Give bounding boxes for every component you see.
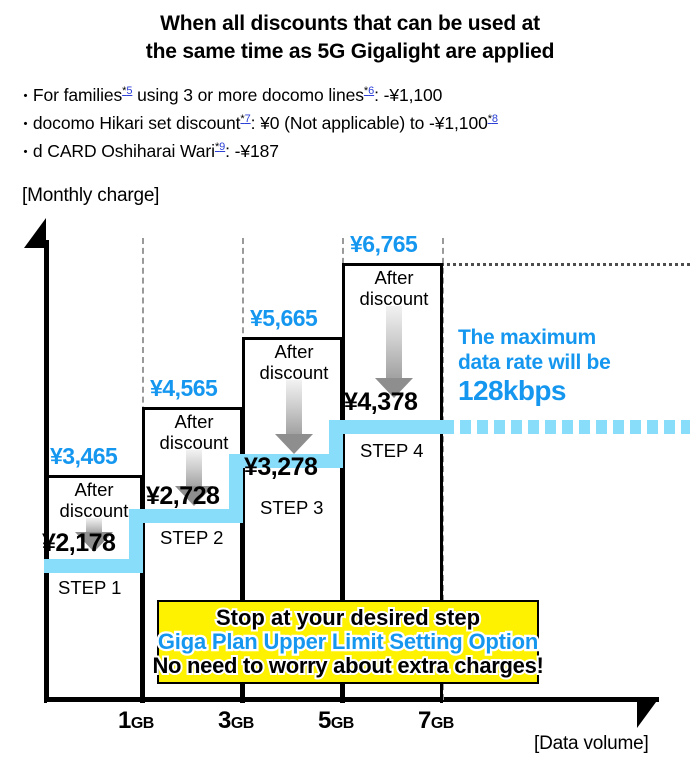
list-item: ・For families*5 using 3 or more docomo l… (18, 82, 688, 110)
callout-line-2: Giga Plan Upper Limit Setting Option (156, 628, 541, 655)
bullet-text-pre: d CARD Oshiharai Wari (32, 141, 215, 161)
x-tick-7gb: 7GB (418, 707, 454, 734)
step-3-price-before: ¥5,665 (250, 305, 318, 331)
blue-step-4-segment (329, 420, 443, 434)
step-2-label: STEP 2 (160, 527, 224, 548)
blue-dashed-continuation (443, 420, 690, 434)
bullet-text-pre: For families (32, 85, 123, 105)
step-1-after-discount-label: After discount (59, 479, 129, 521)
step-3-price-after: ¥3,278 (244, 453, 318, 481)
step-4-price-before: ¥6,765 (350, 231, 418, 257)
step-2-price-before: ¥4,565 (150, 375, 218, 401)
footnote-marker[interactable]: *7 (240, 113, 250, 125)
x-tick-5gb: 5GB (318, 707, 354, 734)
page-title-line1: When all discounts that can be used at (160, 12, 540, 35)
bullet-text-post: : -¥1,100 (374, 85, 443, 105)
step-2-price-after: ¥2,728 (146, 482, 220, 510)
callout-line-3: No need to worry about extra charges! (150, 653, 545, 679)
step-4-after-discount-label: After discount (359, 267, 429, 309)
bullet-dot-icon: ・ (18, 88, 33, 105)
discount-bullet-list: ・For families*5 using 3 or more docomo l… (18, 82, 688, 166)
step-4-discount-arrow-icon (372, 306, 416, 398)
page-title: When all discounts that can be used at t… (0, 10, 700, 66)
list-item: ・d CARD Oshiharai Wari*9: -¥187 (18, 138, 688, 166)
callout-line-1: Stop at your desired step (214, 605, 482, 631)
footnote-marker[interactable]: *6 (364, 85, 374, 97)
footnote-marker[interactable]: *9 (215, 141, 225, 153)
step-1-label: STEP 1 (58, 577, 122, 598)
step-4-label: STEP 4 (360, 440, 424, 461)
step-3-after-discount-label: After discount (259, 341, 329, 383)
infographic-root: When all discounts that can be used at t… (0, 0, 700, 775)
max-data-rate-note: The maximum data rate will be 128kbps (458, 325, 611, 407)
bullet-text-pre: docomo Hikari set discount (32, 113, 241, 133)
max-rate-line1: The maximum (458, 326, 596, 349)
footnote-marker[interactable]: *8 (488, 113, 498, 125)
max-rate-line2: data rate will be (458, 351, 611, 374)
step-2-after-discount-label: After discount (159, 411, 229, 453)
bullet-dot-icon: ・ (18, 116, 33, 133)
bullet-text-post: : -¥187 (225, 141, 279, 161)
blue-step-2-segment (129, 509, 243, 523)
page-title-line2: the same time as 5G Gigalight are applie… (145, 40, 555, 63)
footnote-marker[interactable]: *5 (122, 85, 132, 97)
x-tick-1gb: 1GB (118, 707, 154, 734)
step-1-price-before: ¥3,465 (50, 443, 118, 469)
footnote-number: 8 (491, 113, 498, 126)
promo-callout-box[interactable]: Stop at your desired step Giga Plan Uppe… (150, 600, 546, 684)
step-4-price-after: ¥4,378 (344, 388, 418, 416)
step-1-price-after: ¥2,178 (42, 529, 116, 557)
bullet-text-mid: using 3 or more docomo lines (132, 85, 364, 105)
bullet-dot-icon: ・ (18, 144, 33, 161)
step-3-discount-arrow-icon (272, 380, 316, 454)
list-item: ・docomo Hikari set discount*7: ¥0 (Not a… (18, 110, 688, 138)
bullet-text-mid: : ¥0 (Not applicable) to -¥1,100 (250, 113, 488, 133)
x-tick-3gb: 3GB (218, 707, 254, 734)
max-rate-value: 128kbps (458, 375, 566, 406)
step-3-label: STEP 3 (260, 497, 324, 518)
